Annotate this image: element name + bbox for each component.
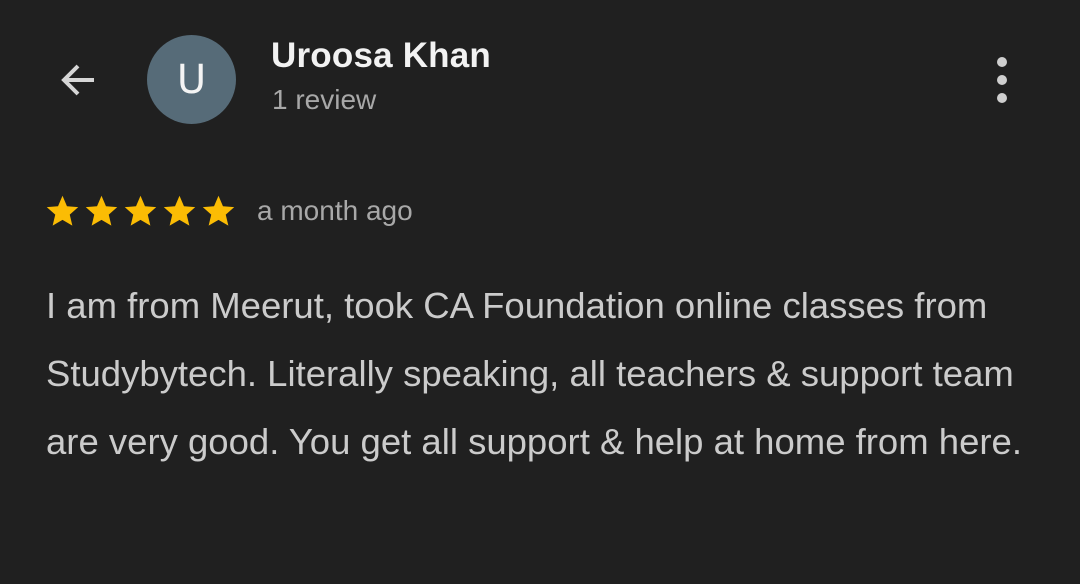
review-header: U Uroosa Khan 1 review (0, 0, 1080, 160)
star-filled-icon (163, 195, 196, 226)
more-vert-icon (997, 57, 1007, 67)
rating-row: a month ago (44, 190, 413, 232)
more-options-button[interactable] (980, 52, 1024, 108)
star-filled-icon (124, 195, 157, 226)
reviewer-name[interactable]: Uroosa Khan (271, 36, 491, 76)
more-vert-icon-dot (997, 75, 1007, 85)
star-rating (44, 193, 237, 230)
back-button[interactable] (48, 52, 108, 108)
review-time: a month ago (257, 195, 413, 226)
avatar[interactable]: U (147, 35, 236, 124)
arrow-back-icon (61, 64, 94, 96)
star-filled-icon (85, 195, 118, 226)
review-text: I am from Meerut, took CA Foundation onl… (46, 285, 1022, 462)
avatar-initial: U (176, 56, 207, 103)
reviewer-review-count: 1 review (272, 84, 377, 115)
star-filled-icon (202, 195, 235, 226)
star-filled-icon (46, 195, 79, 226)
more-vert-icon-dot (997, 93, 1007, 103)
